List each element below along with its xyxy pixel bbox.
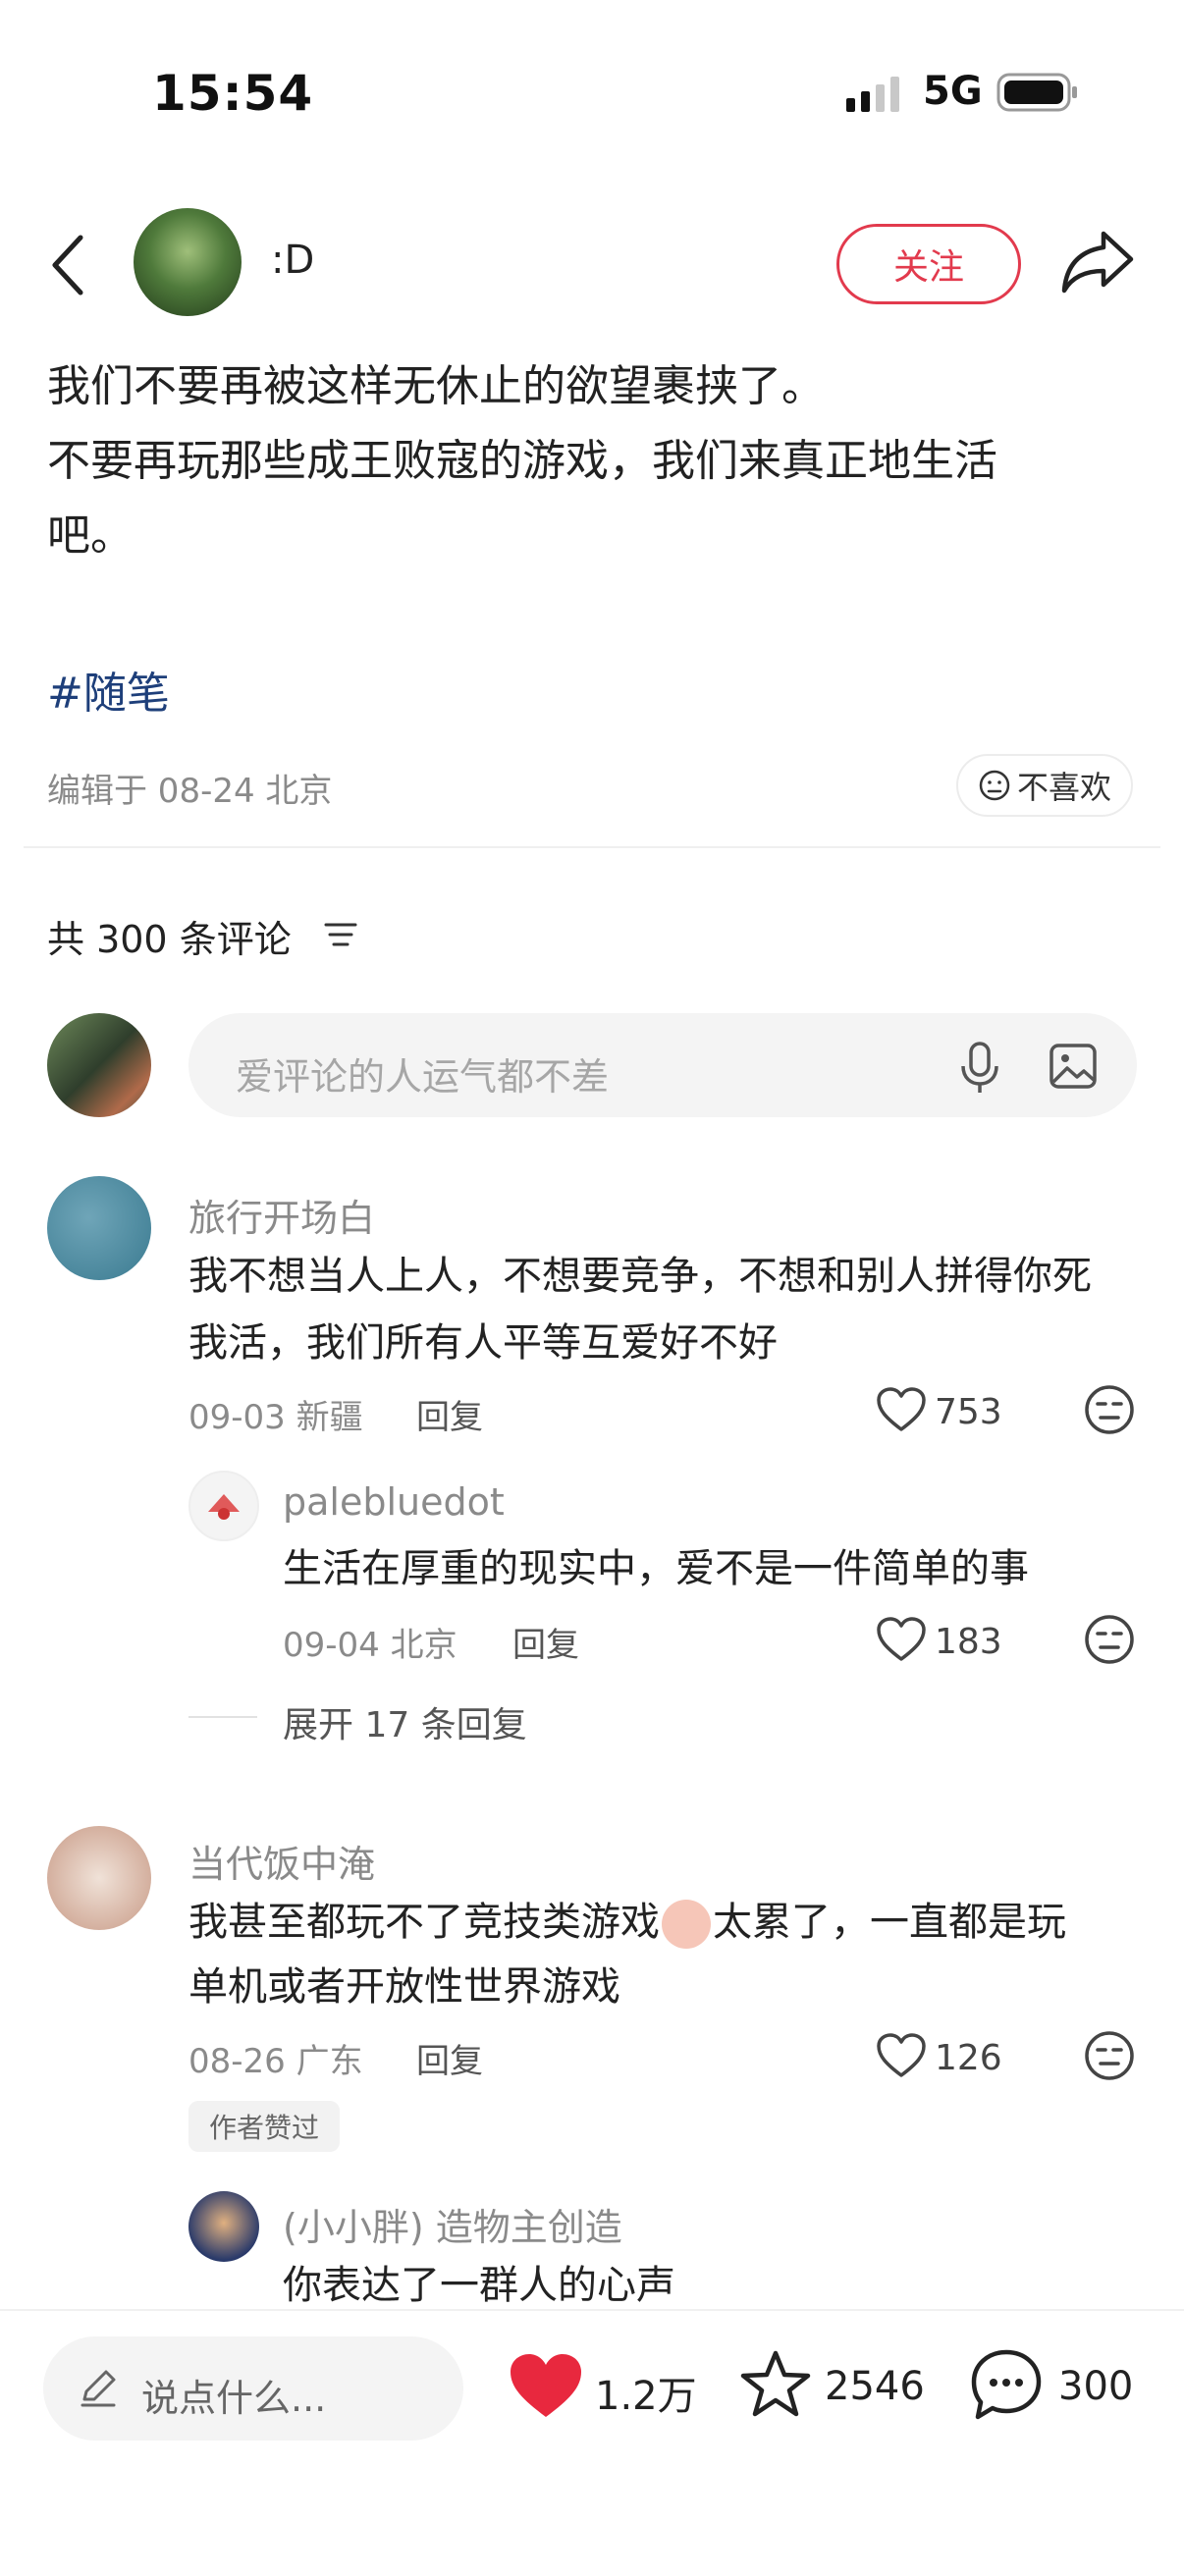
reply-meta: 09-04 北京 [283, 1626, 457, 1665]
post-text-line-3: 吧。 [47, 510, 134, 561]
network-label: 5G [923, 69, 983, 114]
heart-filled-icon[interactable] [507, 2350, 585, 2421]
comment-input-placeholder: 爱评论的人运气都不差 [236, 1055, 610, 1099]
comment-author[interactable]: 当代饭中淹 [188, 1834, 375, 1888]
comment-text-part: 我甚至都玩不了竞技类游戏 [188, 1900, 660, 1945]
star-icon[interactable] [738, 2348, 813, 2421]
logo-icon [208, 1494, 240, 1520]
heart-outline-icon[interactable] [876, 2032, 927, 2079]
back-arrow-icon[interactable] [49, 234, 88, 296]
post-favorite-count: 2546 [825, 2364, 925, 2409]
comment-text-line: 我不想当人上人，不想要竞争，不想和别人拼得你死 [188, 1254, 1092, 1299]
reply-button[interactable]: 回复 [512, 1618, 579, 1666]
reply-author[interactable]: (小小胖) 造物主创造 [283, 2197, 622, 2251]
post-comment-count: 300 [1058, 2364, 1134, 2409]
comment-like-count: 126 [935, 2038, 1002, 2078]
comment-text-part: 太累了，一直都是玩 [713, 1900, 1066, 1945]
dislike-label: 不喜欢 [1016, 769, 1111, 806]
comment-text-line: 我甚至都玩不了竞技类游戏 太累了，一直都是玩 [188, 1889, 1066, 1956]
author-avatar[interactable] [134, 208, 242, 316]
post-meta: 编辑于 08-24 北京 [47, 772, 333, 811]
crying-emoji-icon [662, 1900, 711, 1949]
microphone-icon[interactable] [958, 1041, 1001, 1096]
dislike-button[interactable]: 不喜欢 [956, 754, 1133, 817]
sort-icon[interactable] [324, 921, 357, 948]
comment-text-line: 我活，我们所有人平等互爱好不好 [188, 1320, 778, 1366]
post-text-line-1: 我们不要再被这样无休止的欲望裹挟了。 [47, 361, 825, 411]
reply-text: 生活在厚重的现实中，爱不是一件简单的事 [283, 1546, 1029, 1591]
comment-text-line: 单机或者开放性世界游戏 [188, 1964, 620, 2010]
comment-avatar[interactable] [47, 1826, 151, 1930]
post-like-count: 1.2万 [595, 2374, 697, 2419]
comment-meta: 08-26 广东 [188, 2042, 363, 2081]
dislike-face-icon[interactable] [1084, 2030, 1135, 2081]
reply-avatar[interactable] [188, 2191, 259, 2262]
author-liked-badge: 作者赞过 [188, 2101, 340, 2152]
dislike-face-icon[interactable] [1084, 1384, 1135, 1435]
author-name[interactable]: :D [271, 238, 314, 283]
comment-author[interactable]: 旅行开场白 [188, 1188, 375, 1242]
reply-like-count: 183 [935, 1622, 1002, 1662]
comment-like-count: 753 [935, 1392, 1002, 1432]
divider [24, 846, 1160, 848]
expand-divider [188, 1716, 257, 1718]
post-tag[interactable]: #随笔 [47, 658, 170, 721]
reply-button[interactable]: 回复 [416, 2034, 483, 2082]
reply-button[interactable]: 回复 [416, 1390, 483, 1438]
comment-avatar[interactable] [47, 1176, 151, 1280]
reply-avatar[interactable] [188, 1471, 259, 1541]
image-icon[interactable] [1049, 1043, 1098, 1090]
heart-outline-icon[interactable] [876, 1386, 927, 1433]
comment-meta: 09-03 新疆 [188, 1398, 363, 1437]
post-text-line-2: 不要再玩那些成王败寇的游戏，我们来真正地生活 [47, 436, 997, 486]
expand-replies-button[interactable]: 展开 17 条回复 [283, 1696, 527, 1747]
status-time: 15:54 [152, 65, 314, 122]
signal-icon [846, 77, 899, 112]
reply-author[interactable]: palebluedot [283, 1480, 505, 1524]
share-icon[interactable] [1060, 228, 1135, 296]
comment-bubble-icon[interactable] [968, 2346, 1045, 2423]
neutral-face-icon [979, 770, 1010, 801]
dislike-face-icon[interactable] [1084, 1614, 1135, 1665]
battery-icon [996, 73, 1077, 112]
my-avatar [47, 1013, 151, 1117]
follow-button[interactable]: 关注 [836, 224, 1021, 304]
say-something-placeholder: 说点什么... [141, 2377, 327, 2420]
comment-count: 共 300 条评论 [47, 918, 292, 961]
pencil-icon [81, 2370, 116, 2407]
heart-outline-icon[interactable] [876, 1616, 927, 1663]
